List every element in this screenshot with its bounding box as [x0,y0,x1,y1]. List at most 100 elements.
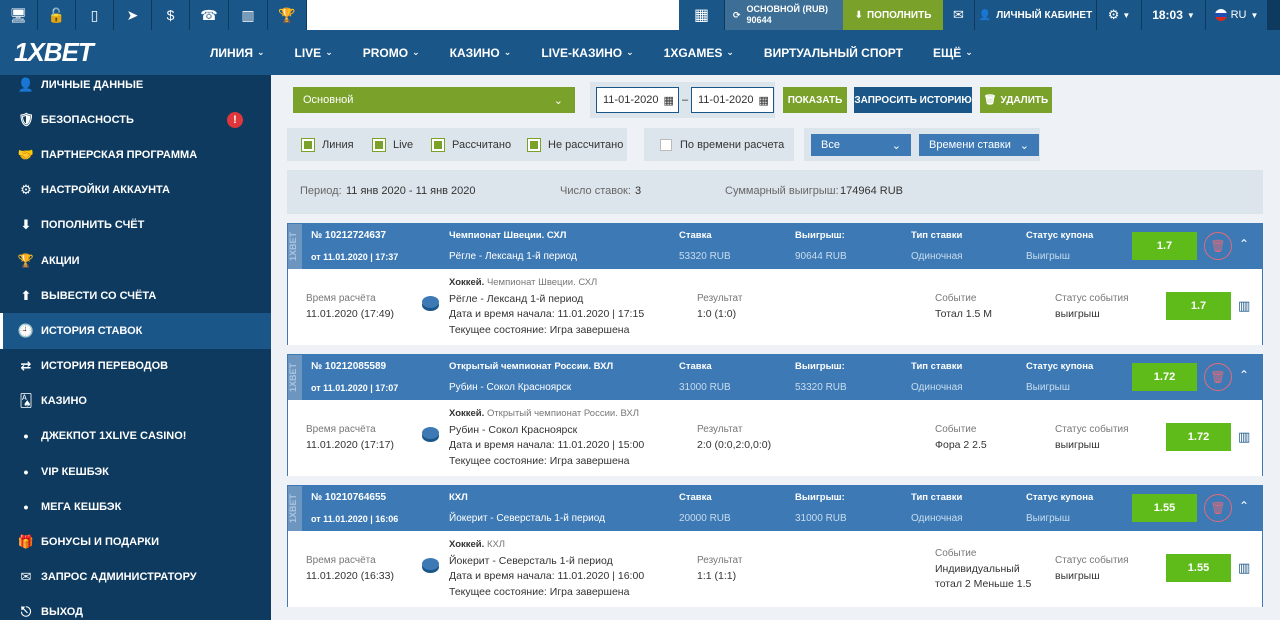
gears-icon: ⚙ [20,182,32,198]
chart-icon[interactable]: ▥ [229,0,268,30]
odds-badge[interactable]: 1.72 [1132,363,1197,391]
request-history-button[interactable]: ЗАПРОСИТЬ ИСТОРИЮ [854,87,972,113]
nav-1xgames[interactable]: 1XGAMES ⌄ [664,46,734,60]
coupon-status-label: Статус купона [1026,230,1094,241]
sidebar-item-security[interactable]: 🛡 БЕЗОПАСНОСТЬ! [0,102,271,137]
telegram-icon[interactable]: ➤ [114,0,152,30]
chevron-up-icon[interactable]: ⌃ [1239,499,1249,513]
show-button[interactable]: ПОКАЗАТЬ [783,87,847,113]
checkbox-live[interactable]: Live [372,138,413,152]
sidebar-item-exit[interactable]: ⎋ ВЫХОД [0,595,271,620]
nav-live-casino[interactable]: LIVE-КАЗИНО ⌄ [541,46,633,60]
checkbox-by-calc-time[interactable]: По времени расчета [660,139,784,151]
language-button[interactable]: RU ▼ [1206,0,1267,30]
qr-code-icon[interactable]: ▦ [679,0,725,30]
event-state: Текущее состояние: Игра завершена [449,455,630,467]
sidebar-item-vip-cashback[interactable]: • VIP КЕШБЭК [0,454,271,489]
event-match: Рубин - Сокол Красноярск [449,424,578,436]
trash-icon[interactable]: 🗑 [1204,232,1232,260]
trash-icon: 🗑 [983,94,997,106]
bullet-icon: • [23,498,29,515]
mobile-icon[interactable]: ▯ [76,0,114,30]
event-label: Событие [935,548,977,559]
event-match: Йокерит - Северсталь 1-й период [449,555,613,567]
sidebar-item-bet-history[interactable]: 🕘 ИСТОРИЯ СТАВОК [0,313,271,349]
time-button[interactable]: 18:03 ▼ [1142,0,1206,30]
odds-badge[interactable]: 1.55 [1166,554,1231,582]
dollar-icon[interactable]: $ [152,0,190,30]
trash-icon[interactable]: 🗑 [1204,363,1232,391]
bet-card-header[interactable]: 1XBET № 10212724637 от 11.01.2020 | 17:3… [288,224,1262,269]
bet-card-header[interactable]: 1XBET № 10212085589 от 11.01.2020 | 17:0… [288,355,1262,400]
nav-virtual-sport[interactable]: ВИРТУАЛЬНЫЙ СПОРТ [764,46,903,60]
delete-button[interactable]: 🗑 УДАЛИТЬ [980,87,1052,113]
bet-type-label: Тип ставки [911,361,963,372]
bet-league: КХЛ [449,492,468,503]
trash-icon[interactable]: 🗑 [1204,494,1232,522]
download-icon: ⬇ [854,9,863,21]
count-label: Число ставок: [560,185,631,197]
sidebar-item-promos[interactable]: 🏆 АКЦИИ [0,243,271,278]
desktop-icon[interactable]: 🖥 [0,0,38,30]
sidebar-item-casino[interactable]: 🂡 КАЗИНО [0,384,271,419]
sidebar-item-personal[interactable]: 👤 ЛИЧНЫЕ ДАННЫЕ [0,75,271,102]
nav-more[interactable]: ЕЩЁ ⌄ [933,46,973,60]
bar-chart-icon[interactable]: ▥ [1238,298,1250,314]
lock-icon[interactable]: 🔓 [38,0,76,30]
trophy-icon[interactable]: 🏆 [268,0,307,30]
balance-label: ОСНОВНОЙ (RUB) [746,4,829,14]
odds-badge[interactable]: 1.55 [1132,494,1197,522]
bar-chart-icon[interactable]: ▥ [1238,560,1250,576]
nav-live[interactable]: LIVE ⌄ [295,46,333,60]
odds-badge[interactable]: 1.7 [1166,292,1231,320]
result-label: Результат [697,293,743,304]
cabinet-button[interactable]: 👤 ЛИЧНЫЙ КАБИНЕТ [975,0,1097,30]
sidebar-item-transfers[interactable]: ⇄ ИСТОРИЯ ПЕРЕВОДОВ [0,349,271,384]
nav-promo[interactable]: PROMO ⌄ [363,46,420,60]
date-from-input[interactable]: 11-01-2020 ▦ [596,87,679,113]
mail-icon[interactable]: ✉ [943,0,975,30]
bet-card-header[interactable]: 1XBET № 10210764655 от 11.01.2020 | 16:0… [288,486,1262,531]
phone-icon[interactable]: ☎ [190,0,229,30]
calc-time-label: Время расчёта [306,555,376,566]
trophy-icon: 🏆 [17,252,35,268]
sidebar-item-bonuses[interactable]: 🎁 БОНУСЫ И ПОДАРКИ [0,524,271,559]
sidebar-item-admin-request[interactable]: ✉ ЗАПРОС АДМИНИСТРАТОРУ [0,560,271,595]
logo[interactable]: 1XBET [0,37,210,68]
event-state: Текущее состояние: Игра завершена [449,586,630,598]
account-select[interactable]: Основной ⌄ [293,87,575,113]
sidebar-item-partner[interactable]: 🤝 ПАРТНЕРСКАЯ ПРОГРАММА [0,137,271,172]
coupon-status-label: Статус купона [1026,361,1094,372]
sidebar-item-withdraw[interactable]: ⬆ ВЫВЕСТИ СО СЧЁТА [0,278,271,313]
event-label: Событие [935,293,977,304]
bet-number: № 10212085589 [311,361,387,372]
sidebar-item-settings[interactable]: ⚙ НАСТРОЙКИ АККАУНТА [0,173,271,208]
chevron-down-icon: ⌄ [1019,139,1029,152]
sidebar-item-mega-cashback[interactable]: • МЕГА КЕШБЭК [0,489,271,524]
main-content: Основной ⌄ 11-01-2020 ▦ – 11-01-2020 ▦ ПОКА… [271,75,1280,620]
sidebar-item-deposit[interactable]: ⬇ ПОПОЛНИТЬ СЧЁТ [0,208,271,243]
chevron-down-icon: ▼ [1186,10,1195,20]
shield-icon: 🛡 [17,111,35,127]
bet-date: от 11.01.2020 | 17:37 [311,252,399,262]
deposit-button[interactable]: ⬇ ПОПОЛНИТЬ [843,0,943,30]
checkbox-unsettled[interactable]: Не рассчитано [527,138,623,152]
all-dropdown[interactable]: Все ⌄ [811,134,911,156]
odds-badge[interactable]: 1.72 [1166,423,1231,451]
sidebar-item-jackpot[interactable]: • ДЖЕКПОТ 1XLIVE CASINO! [0,419,271,454]
date-to-input[interactable]: 11-01-2020 ▦ [691,87,774,113]
checkbox-settled[interactable]: Рассчитано [431,138,511,152]
balance-widget[interactable]: ⟳ ОСНОВНОЙ (RUB) 90644 [725,0,843,30]
nav-casino[interactable]: КАЗИНО ⌄ [450,46,512,60]
bet-number: № 10210764655 [311,492,387,503]
hockey-puck-icon [422,558,439,570]
odds-badge[interactable]: 1.7 [1132,232,1197,260]
chevron-up-icon[interactable]: ⌃ [1239,368,1249,382]
bar-chart-icon[interactable]: ▥ [1238,429,1250,445]
chevron-up-icon[interactable]: ⌃ [1239,237,1249,251]
sidebar: 👤 ЛИЧНЫЕ ДАННЫЕ 🛡 БЕЗОПАСНОСТЬ! 🤝 ПАРТНЕРСК… [0,75,271,620]
checkbox-line[interactable]: Линия [301,138,354,152]
nav-line[interactable]: ЛИНИЯ ⌄ [210,46,265,60]
bet-time-dropdown[interactable]: Времени ставки ⌄ [919,134,1039,156]
settings-button[interactable]: ⚙ ▼ [1097,0,1142,30]
